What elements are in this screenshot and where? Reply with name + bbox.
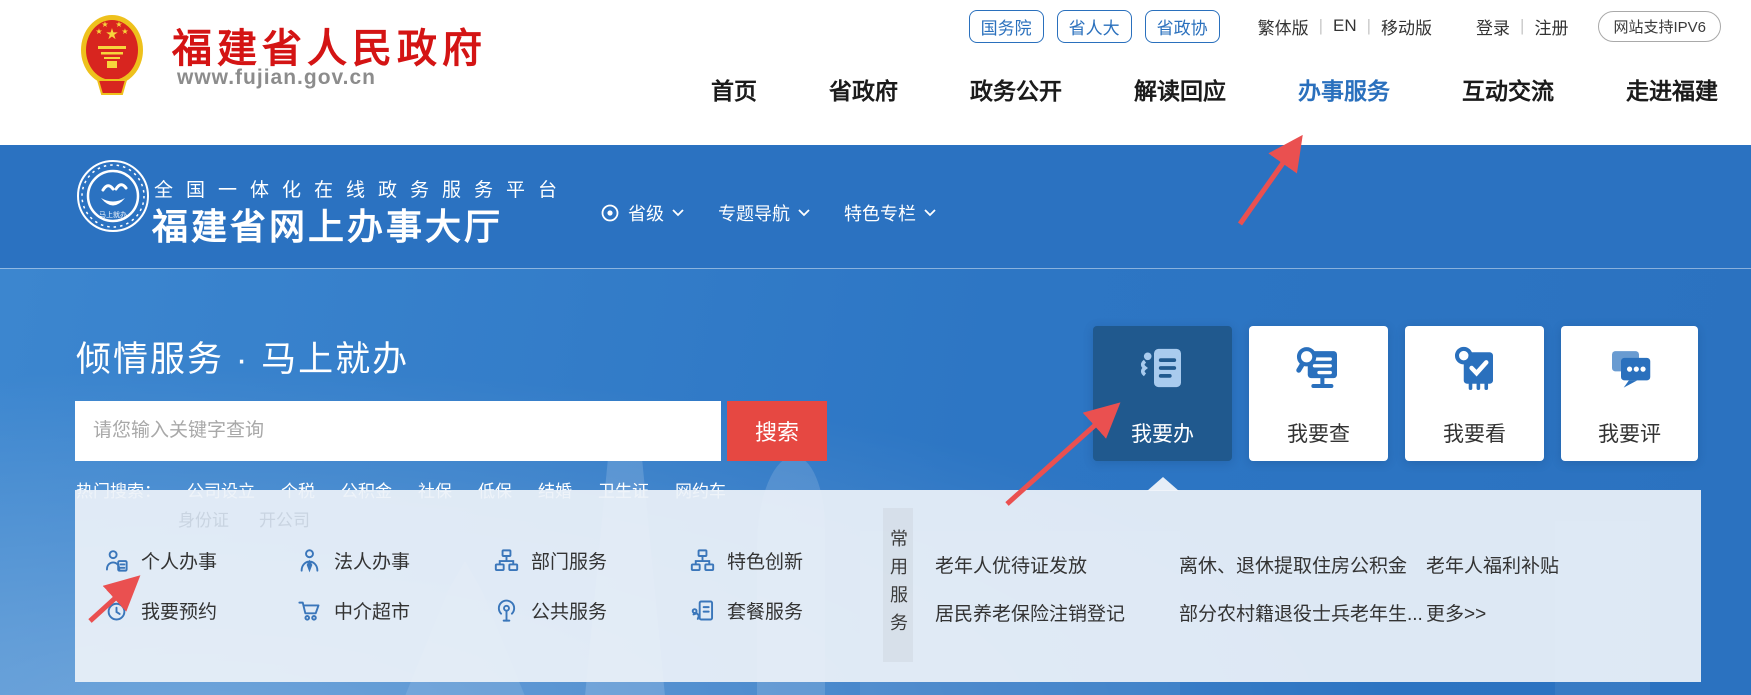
card-label: 我要看	[1443, 418, 1506, 448]
hot-search-row-2: 身份证 开公司	[178, 506, 310, 531]
special-columns-label: 特色专栏	[844, 200, 916, 226]
service-link[interactable]: 老年人福利补贴	[1426, 551, 1559, 578]
card-i-want-to-apply[interactable]: 我要办	[1093, 326, 1232, 461]
english-link[interactable]: EN	[1333, 16, 1357, 36]
topics-label: 专题导航	[718, 200, 790, 226]
provincial-cppcc-button[interactable]: 省政协	[1145, 10, 1220, 43]
package-service-icon	[689, 597, 716, 624]
search-input[interactable]	[75, 401, 721, 461]
nav-provincial-gov[interactable]: 省政府	[829, 72, 898, 106]
nav-home[interactable]: 首页	[711, 72, 757, 106]
category-label: 法人办事	[334, 547, 410, 574]
nav-services[interactable]: 办事服务	[1298, 72, 1390, 106]
services-mega-panel: 身份证 开公司 个人办事	[75, 490, 1701, 682]
login-link[interactable]: 登录	[1476, 14, 1510, 39]
site-header: ★ ★ ★ ★ ★ 福建省人民政府 www.fujian.gov.cn 国务院 …	[0, 0, 1751, 145]
banner-menu: 省级 专题导航 特色专栏	[600, 200, 936, 226]
comment-bubbles-icon	[1603, 341, 1657, 395]
divider: |	[1520, 16, 1524, 36]
card-label: 我要查	[1287, 418, 1350, 448]
card-i-want-to-view[interactable]: 我要看	[1405, 326, 1544, 461]
common-services-strip: 常用服务	[883, 508, 913, 662]
category-public-services[interactable]: 公共服务	[493, 595, 607, 625]
broadcast-icon	[493, 597, 520, 624]
search-box	[75, 401, 721, 461]
common-services-label: 常用服务	[885, 529, 911, 641]
category-label: 中介超市	[334, 597, 410, 624]
nav-interaction[interactable]: 互动交流	[1462, 72, 1554, 106]
category-label: 部门服务	[531, 547, 607, 574]
person-icon	[103, 547, 130, 574]
topics-menu[interactable]: 专题导航	[718, 200, 810, 226]
service-hall-banner: 马上就办 全国一体化在线政务服务平台 福建省网上办事大厅 省级 专题导航 特色专…	[0, 145, 1751, 268]
service-link[interactable]: 离休、退休提取住房公积金	[1179, 551, 1407, 578]
alarm-clock-icon	[103, 597, 130, 624]
register-link[interactable]: 注册	[1534, 14, 1568, 39]
header-utility-bar: 国务院 省人大 省政协 繁体版 | EN | 移动版 登录 | 注册 网站支持I…	[956, 12, 1721, 40]
service-link[interactable]: 老年人优待证发放	[935, 551, 1087, 578]
shopping-cart-icon	[296, 597, 323, 624]
category-label: 公共服务	[531, 597, 607, 624]
category-label: 特色创新	[727, 547, 803, 574]
search-monitor-icon	[1292, 341, 1346, 395]
hot-keyword[interactable]: 开公司	[259, 506, 310, 531]
category-label: 我要预约	[141, 597, 217, 624]
sitemap-icon	[689, 547, 716, 574]
category-appointment[interactable]: 我要预约	[103, 595, 217, 625]
service-link[interactable]: 部分农村籍退役士兵老年生...	[1179, 599, 1423, 626]
site-url: www.fujian.gov.cn	[177, 66, 376, 90]
category-package-services[interactable]: 套餐服务	[689, 595, 803, 625]
national-emblem-icon: ★ ★ ★ ★ ★	[78, 12, 146, 98]
traditional-chinese-link[interactable]: 繁体版	[1258, 14, 1309, 39]
category-department-services[interactable]: 部门服务	[493, 545, 607, 575]
category-featured-innovation[interactable]: 特色创新	[689, 545, 803, 575]
divider: |	[1367, 16, 1371, 36]
card-i-want-to-rate[interactable]: 我要评	[1561, 326, 1698, 461]
more-link[interactable]: 更多>>	[1426, 599, 1486, 626]
hero-slogan: 倾情服务 · 马上就办	[76, 331, 409, 382]
auth-links: 登录 | 注册	[1476, 14, 1568, 39]
svg-text:马上就办: 马上就办	[99, 210, 127, 219]
region-label: 省级	[628, 200, 664, 226]
hero-section: 倾情服务 · 马上就办 搜索 热门搜索： 公司设立 个税 公积金 社保 低保 结…	[0, 268, 1751, 695]
card-label: 我要办	[1131, 418, 1194, 448]
legal-person-icon	[296, 547, 323, 574]
search-button[interactable]: 搜索	[727, 401, 827, 461]
mobile-version-link[interactable]: 移动版	[1381, 14, 1432, 39]
service-link[interactable]: 居民养老保险注销登记	[935, 599, 1125, 626]
card-i-want-to-check[interactable]: 我要查	[1249, 326, 1388, 461]
clipboard-list-icon	[1136, 341, 1190, 395]
special-columns-menu[interactable]: 特色专栏	[844, 200, 936, 226]
region-selector[interactable]: 省级	[600, 200, 684, 226]
category-intermediary-market[interactable]: 中介超市	[296, 595, 410, 625]
nav-gov-affairs[interactable]: 政务公开	[970, 72, 1062, 106]
chevron-down-icon	[798, 209, 810, 217]
chevron-down-icon	[672, 209, 684, 217]
sitemap-icon	[493, 547, 520, 574]
category-label: 套餐服务	[727, 597, 803, 624]
panel-notch	[1147, 477, 1179, 491]
svg-text:★: ★	[121, 27, 128, 36]
card-label: 我要评	[1598, 418, 1661, 448]
location-target-icon	[600, 203, 620, 223]
service-hall-smiley-badge-icon: 马上就办	[76, 159, 150, 233]
page: ★ ★ ★ ★ ★ 福建省人民政府 www.fujian.gov.cn 国务院 …	[0, 0, 1751, 695]
category-label: 个人办事	[141, 547, 217, 574]
gov-council-button[interactable]: 国务院	[969, 10, 1044, 43]
svg-text:★: ★	[101, 20, 108, 29]
chevron-down-icon	[924, 209, 936, 217]
nav-about-fujian[interactable]: 走进福建	[1626, 72, 1718, 106]
hot-keyword[interactable]: 身份证	[178, 506, 229, 531]
main-nav: 首页 省政府 政务公开 解读回应 办事服务 互动交流 走进福建	[711, 72, 1718, 106]
language-switcher: 繁体版 | EN | 移动版	[1258, 14, 1432, 39]
ipv6-badge: 网站支持IPV6	[1598, 11, 1721, 42]
service-hall-title: 福建省网上办事大厅	[152, 198, 503, 250]
divider: |	[1319, 16, 1323, 36]
category-personal-services[interactable]: 个人办事	[103, 545, 217, 575]
provincial-congress-button[interactable]: 省人大	[1057, 10, 1132, 43]
category-legal-person-services[interactable]: 法人办事	[296, 545, 410, 575]
monitor-check-icon	[1448, 341, 1502, 395]
nav-interpretation[interactable]: 解读回应	[1134, 72, 1226, 106]
